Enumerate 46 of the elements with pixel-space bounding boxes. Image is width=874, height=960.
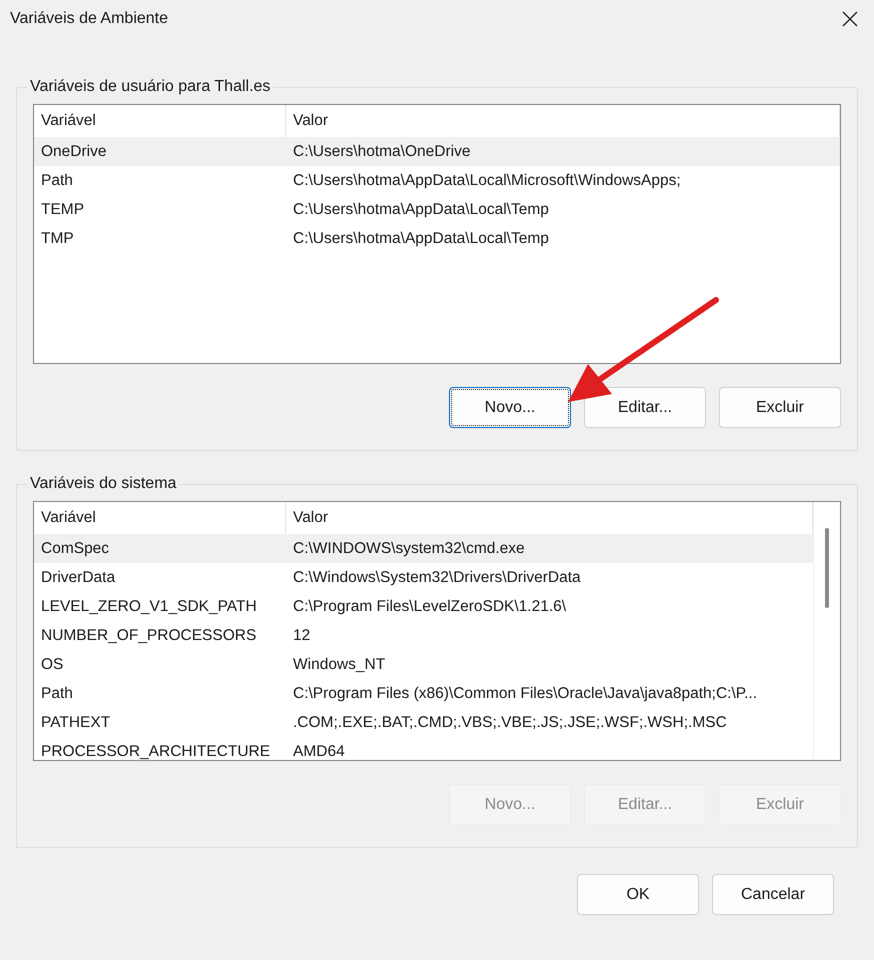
variable-name: LEVEL_ZERO_V1_SDK_PATH [40, 598, 258, 616]
variable-value: C:\Users\hotma\OneDrive [292, 142, 472, 160]
dialog-button[interactable]: OK [577, 874, 699, 915]
variable-value: 12 [292, 626, 312, 644]
variable-name: ComSpec [40, 540, 110, 558]
list-row[interactable]: ComSpec C:\WINDOWS\system32\cmd.exe [34, 534, 813, 563]
action-button[interactable]: Editar... [584, 387, 706, 428]
action-button[interactable]: Novo... [449, 387, 571, 428]
variable-name: OneDrive [40, 142, 108, 160]
variable-name: DriverData [40, 568, 116, 586]
variable-name: TEMP [40, 200, 86, 218]
variable-value: C:\Users\hotma\AppData\Local\Microsoft\WindowsApps; [292, 172, 682, 190]
variable-value: C:\WINDOWS\system32\cmd.exe [292, 540, 526, 558]
variable-value: .COM;.EXE;.BAT;.CMD;.VBS;.VBE;.JS;.JSE;.WSF;.WSH;.MSC [292, 714, 728, 732]
list-row[interactable]: Path C:\Program Files (x86)\Common Files\Oracle\Java\java8path;C:\P... [34, 679, 813, 708]
list-row[interactable]: PATHEXT .COM;.EXE;.BAT;.CMD;.VBS;.VBE;.JS;.JSE;.WSF;.WSH;.MSC [34, 708, 813, 737]
list-row[interactable]: LEVEL_ZERO_V1_SDK_PATH C:\Program Files\LevelZeroSDK\1.21.6\ [34, 592, 813, 621]
list-row[interactable]: OneDrive C:\Users\hotma\OneDrive [34, 137, 840, 166]
list-row[interactable]: OS Windows_NT [34, 650, 813, 679]
variable-value: C:\Program Files\LevelZeroSDK\1.21.6\ [292, 598, 568, 616]
list-row[interactable]: Path C:\Users\hotma\AppData\Local\Microsoft\WindowsApps; [34, 166, 840, 195]
variable-value: AMD64 [292, 742, 346, 760]
variable-name: PROCESSOR_ARCHITECTURE [40, 742, 272, 760]
variable-name: Path [40, 172, 74, 190]
list-row[interactable]: TEMP C:\Users\hotma\AppData\Local\Temp [34, 195, 840, 224]
window-title: Variáveis de Ambiente [10, 10, 168, 28]
dialog-button[interactable]: Cancelar [712, 874, 834, 915]
variable-name: TMP [40, 230, 75, 248]
variable-name: PATHEXT [40, 714, 112, 732]
variable-value: C:\Windows\System32\Drivers\DriverData [292, 568, 582, 586]
list-row[interactable]: TMP C:\Users\hotma\AppData\Local\Temp [34, 224, 840, 253]
variable-name: OS [40, 656, 64, 674]
list-row[interactable]: DriverData C:\Windows\System32\Drivers\DriverData [34, 563, 813, 592]
list-row[interactable]: PROCESSOR_ARCHITECTURE AMD64 [34, 737, 813, 760]
scrollbar-thumb[interactable] [825, 528, 829, 608]
variable-name: NUMBER_OF_PROCESSORS [40, 626, 258, 644]
group-title: Variáveis de usuário para Thall.es [29, 78, 272, 96]
variable-name: Path [40, 684, 74, 702]
group-title: Variáveis do sistema [29, 475, 178, 493]
variable-value: C:\Program Files (x86)\Common Files\Oracle\Java\java8path;C:\P... [292, 684, 758, 702]
list-row[interactable]: NUMBER_OF_PROCESSORS 12 [34, 621, 813, 650]
variable-value: Windows_NT [292, 656, 386, 674]
variable-value: C:\Users\hotma\AppData\Local\Temp [292, 200, 550, 218]
close-icon [842, 11, 858, 27]
variable-value: C:\Users\hotma\AppData\Local\Temp [292, 230, 550, 248]
action-button[interactable]: Excluir [719, 387, 841, 428]
